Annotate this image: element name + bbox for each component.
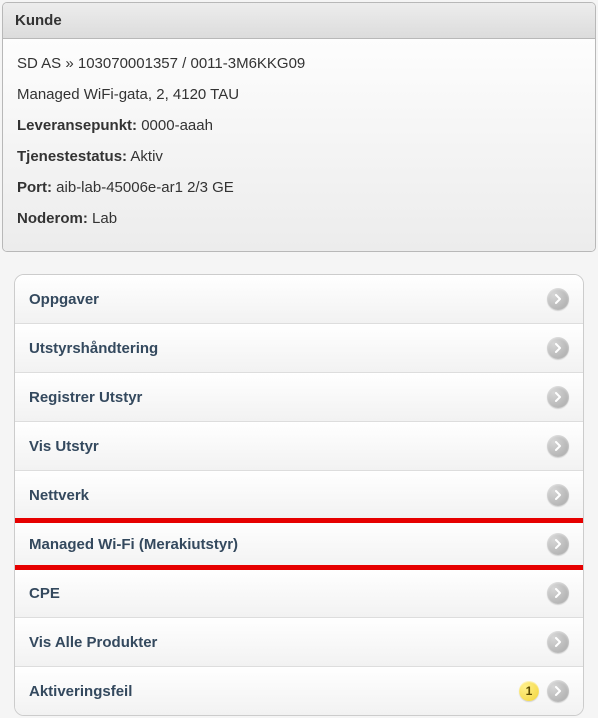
info-value: 0000-aaah — [141, 117, 213, 134]
menu-item-right — [547, 484, 569, 506]
menu-item-right — [547, 631, 569, 653]
menu-item-right — [547, 435, 569, 457]
panel-body: SD AS » 103070001357 / 0011-3M6KKG09 Man… — [3, 39, 595, 251]
menu-item-right — [547, 337, 569, 359]
menu-item-vis-alle-produkter[interactable]: Vis Alle Produkter — [15, 618, 583, 667]
info-row-noderom: Noderom: Lab — [17, 210, 581, 227]
info-value: Lab — [92, 210, 117, 227]
menu-item-label: Oppgaver — [29, 291, 99, 308]
menu-item-right: 1 — [519, 680, 569, 702]
address: Managed WiFi-gata, 2, 4120 TAU — [17, 86, 581, 103]
chevron-right-icon — [547, 435, 569, 457]
chevron-right-icon — [547, 533, 569, 555]
menu-item-right — [547, 533, 569, 555]
info-value: aib-lab-45006e-ar1 2/3 GE — [56, 179, 234, 196]
info-label: Noderom: — [17, 210, 88, 227]
chevron-right-icon — [547, 288, 569, 310]
menu-item-oppgaver[interactable]: Oppgaver — [15, 275, 583, 324]
info-label: Tjenestestatus: — [17, 148, 127, 165]
chevron-right-icon — [547, 337, 569, 359]
customer-panel: Kunde SD AS » 103070001357 / 0011-3M6KKG… — [2, 2, 596, 252]
menu-item-aktiveringsfeil[interactable]: Aktiveringsfeil 1 — [15, 667, 583, 715]
menu-item-label: CPE — [29, 585, 60, 602]
menu-item-label: Aktiveringsfeil — [29, 683, 132, 700]
menu-item-label: Nettverk — [29, 487, 89, 504]
menu-item-label: Vis Alle Produkter — [29, 634, 157, 651]
info-row-tjenestestatus: Tjenestestatus: Aktiv — [17, 148, 581, 165]
info-label: Leveransepunkt: — [17, 117, 137, 134]
menu-list: Oppgaver Utstyrshåndtering Registrer Utsty… — [14, 274, 584, 716]
panel-title: Kunde — [3, 3, 595, 39]
chevron-right-icon — [547, 582, 569, 604]
menu-item-right — [547, 386, 569, 408]
chevron-right-icon — [547, 484, 569, 506]
info-label: Port: — [17, 179, 52, 196]
breadcrumb: SD AS » 103070001357 / 0011-3M6KKG09 — [17, 55, 581, 72]
menu-item-nettverk[interactable]: Nettverk — [15, 471, 583, 520]
menu-item-registrer-utstyr[interactable]: Registrer Utstyr — [15, 373, 583, 422]
menu-item-vis-utstyr[interactable]: Vis Utstyr — [15, 422, 583, 471]
chevron-right-icon — [547, 386, 569, 408]
chevron-right-icon — [547, 631, 569, 653]
menu-item-utstyrsh-ndtering[interactable]: Utstyrshåndtering — [15, 324, 583, 373]
menu-item-right — [547, 288, 569, 310]
menu-item-label: Managed Wi-Fi (Merakiutstyr) — [29, 536, 238, 553]
menu-item-right — [547, 582, 569, 604]
info-value: Aktiv — [130, 148, 163, 165]
chevron-right-icon — [547, 680, 569, 702]
menu-item-label: Utstyrshåndtering — [29, 340, 158, 357]
count-badge: 1 — [519, 681, 539, 701]
info-row-port: Port: aib-lab-45006e-ar1 2/3 GE — [17, 179, 581, 196]
info-row-leveransepunkt: Leveransepunkt: 0000-aaah — [17, 117, 581, 134]
menu-item-label: Registrer Utstyr — [29, 389, 142, 406]
menu-item-label: Vis Utstyr — [29, 438, 99, 455]
menu-item-managed-wi-fi-merakiutstyr[interactable]: Managed Wi-Fi (Merakiutstyr) — [15, 520, 583, 569]
menu-item-cpe[interactable]: CPE — [15, 569, 583, 618]
